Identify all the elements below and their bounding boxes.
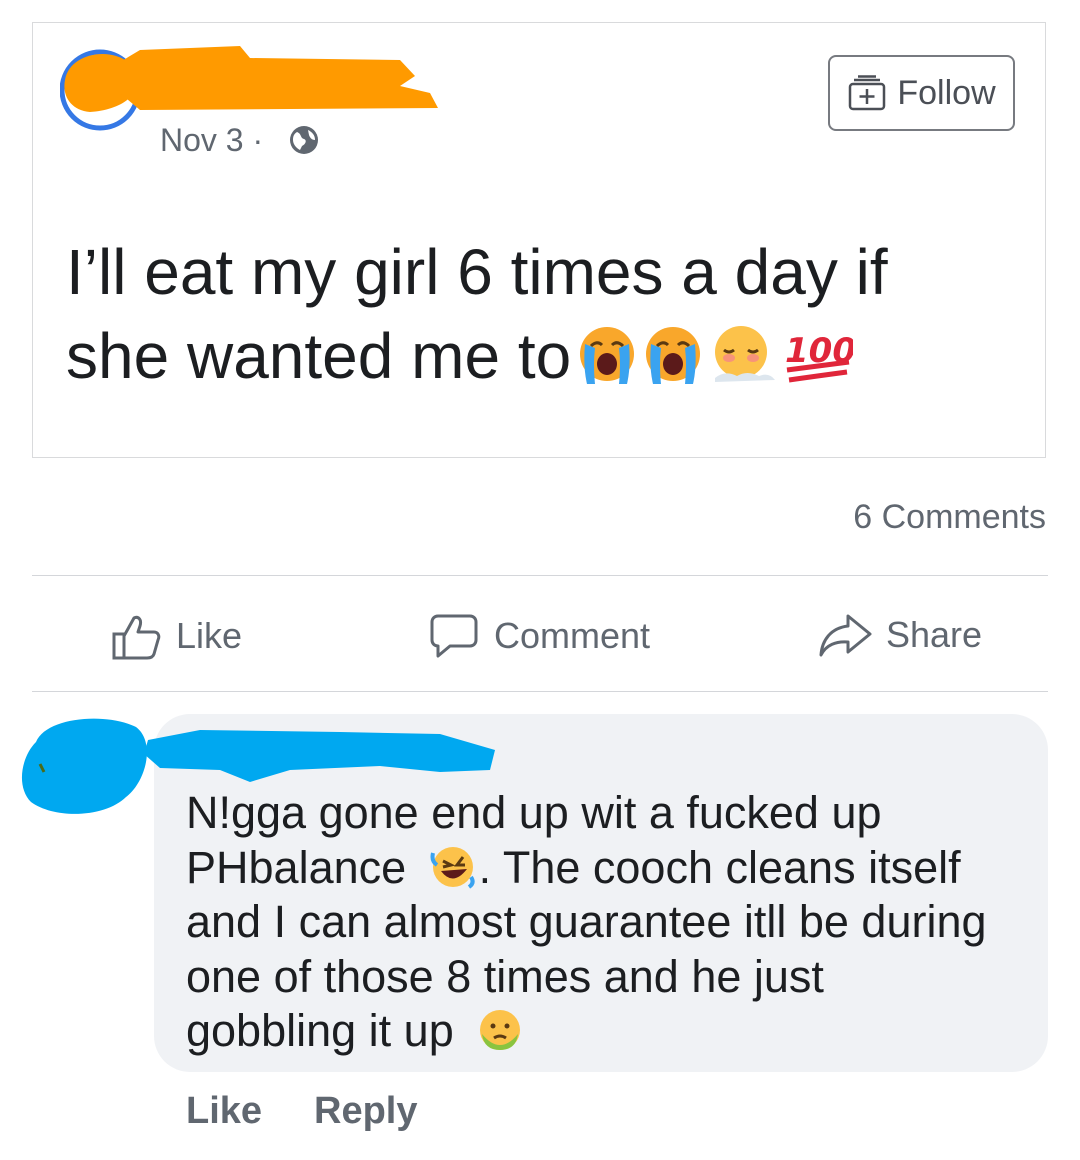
post-author-name-redacted[interactable] [100,38,445,118]
nauseated-face-emoji [480,1010,521,1050]
follow-icon [849,75,886,111]
follow-label: Follow [897,73,996,112]
globe-icon [290,126,318,154]
comment-text-part: . The cooch cleans itself [478,841,961,893]
post-emojis: 100 [575,322,853,386]
comment-line: PHbalance . The cooch cleans itself [186,841,1026,896]
relieved-face-emoji [715,326,776,382]
comments-count[interactable]: 6 Comments [853,498,1046,537]
comment-like-button[interactable]: Like [186,1090,262,1133]
share-button[interactable]: Share [818,612,982,658]
share-label: Share [886,614,983,655]
commenter-avatar[interactable] [16,712,156,822]
comment-reply-button[interactable]: Reply [314,1090,417,1133]
divider [32,691,1048,692]
comment-icon [430,614,478,658]
rolling-laughing-emoji [430,846,475,889]
hundred-points-emoji: 100 [785,331,853,383]
comment-text: N!gga gone end up wit a fucked up PHbala… [186,786,1026,1059]
comment-text-part: gobbling it up [186,1005,454,1056]
comment-button[interactable]: Comment [428,612,650,660]
divider [32,575,1048,576]
post-text: I’ll eat my girl 6 times a day if she wa… [66,230,966,398]
follow-button[interactable]: Follow [828,55,1015,131]
post-date[interactable]: Nov 3 · [160,122,263,159]
like-button[interactable]: Like [110,612,242,660]
comment-line: and I can almost guarantee itll be durin… [186,896,987,947]
comment-label: Comment [494,615,651,656]
crying-face-emoji [580,327,635,384]
crying-face-emoji [646,327,701,384]
comment-line: gobbling it up [186,1004,1026,1059]
share-icon [819,614,872,657]
comment-line: one of those 8 times and he just [186,950,824,1002]
thumbs-up-icon [112,615,161,660]
like-label: Like [176,615,243,656]
commenter-name-redacted[interactable] [140,720,500,790]
comment-line: N!gga gone end up wit a fucked up [186,787,882,838]
comment-text-part: PHbalance [186,841,407,893]
